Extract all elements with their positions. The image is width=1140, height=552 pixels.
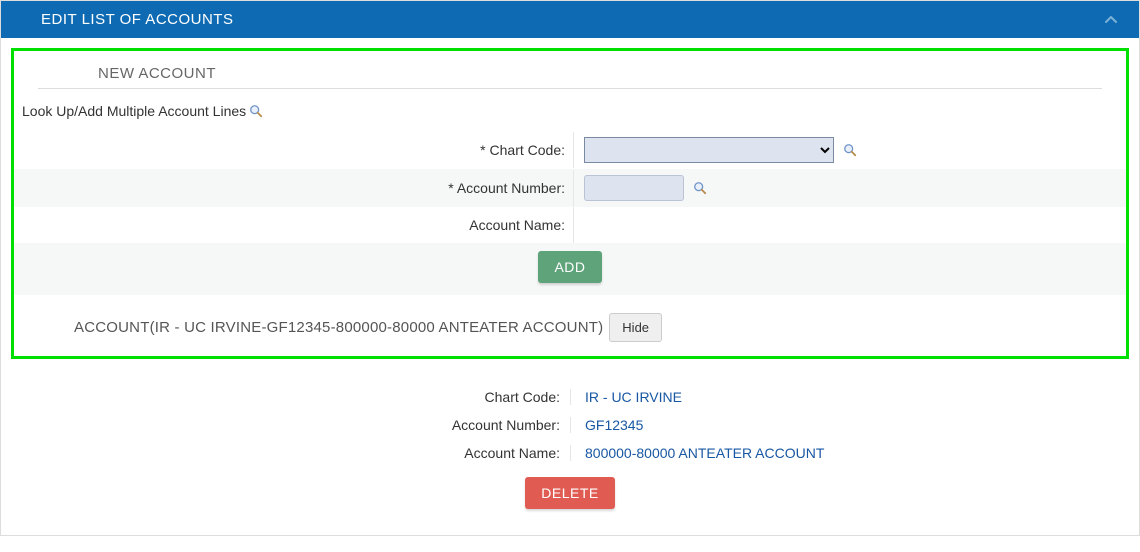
add-button[interactable]: ADD: [538, 251, 601, 283]
account-name-value-empty: [574, 219, 1126, 231]
hide-button[interactable]: Hide: [609, 313, 662, 342]
detail-account-name-label: Account Name:: [11, 445, 571, 461]
search-icon: [248, 103, 264, 119]
existing-account-header: ACCOUNT(IR - UC IRVINE-GF12345-800000-80…: [74, 319, 603, 336]
lookup-multiple-label: Look Up/Add Multiple Account Lines: [22, 103, 246, 119]
chart-code-label: * Chart Code:: [14, 132, 574, 168]
collapse-icon[interactable]: [1103, 12, 1119, 28]
chart-code-select[interactable]: [584, 137, 834, 163]
account-name-label: Account Name:: [14, 207, 574, 243]
accounts-panel: EDIT LIST OF ACCOUNTS NEW ACCOUNT Look U…: [0, 0, 1140, 536]
panel-header: EDIT LIST OF ACCOUNTS: [1, 1, 1139, 38]
detail-account-number-label: Account Number:: [11, 417, 571, 433]
delete-button[interactable]: DELETE: [525, 477, 614, 509]
lookup-multiple-link[interactable]: Look Up/Add Multiple Account Lines: [14, 99, 1126, 131]
detail-account-name-value: 800000-80000 ANTEATER ACCOUNT: [571, 445, 1129, 461]
chart-code-lookup-icon[interactable]: [842, 142, 858, 158]
detail-chart-code-value: IR - UC IRVINE: [571, 389, 1129, 405]
new-account-form: * Chart Code: * Account Number:: [14, 131, 1126, 295]
existing-account-details: Chart Code: IR - UC IRVINE Account Numbe…: [1, 359, 1139, 535]
existing-account-header-row: ACCOUNT(IR - UC IRVINE-GF12345-800000-80…: [14, 295, 1126, 356]
detail-account-number-value: GF12345: [571, 417, 1129, 433]
account-number-label: * Account Number:: [14, 170, 574, 206]
account-number-lookup-icon[interactable]: [692, 180, 708, 196]
new-account-title: NEW ACCOUNT: [38, 51, 1102, 89]
account-number-input[interactable]: [584, 175, 684, 201]
detail-chart-code-label: Chart Code:: [11, 389, 571, 405]
panel-title: EDIT LIST OF ACCOUNTS: [41, 11, 233, 28]
new-account-highlight: NEW ACCOUNT Look Up/Add Multiple Account…: [11, 48, 1129, 359]
